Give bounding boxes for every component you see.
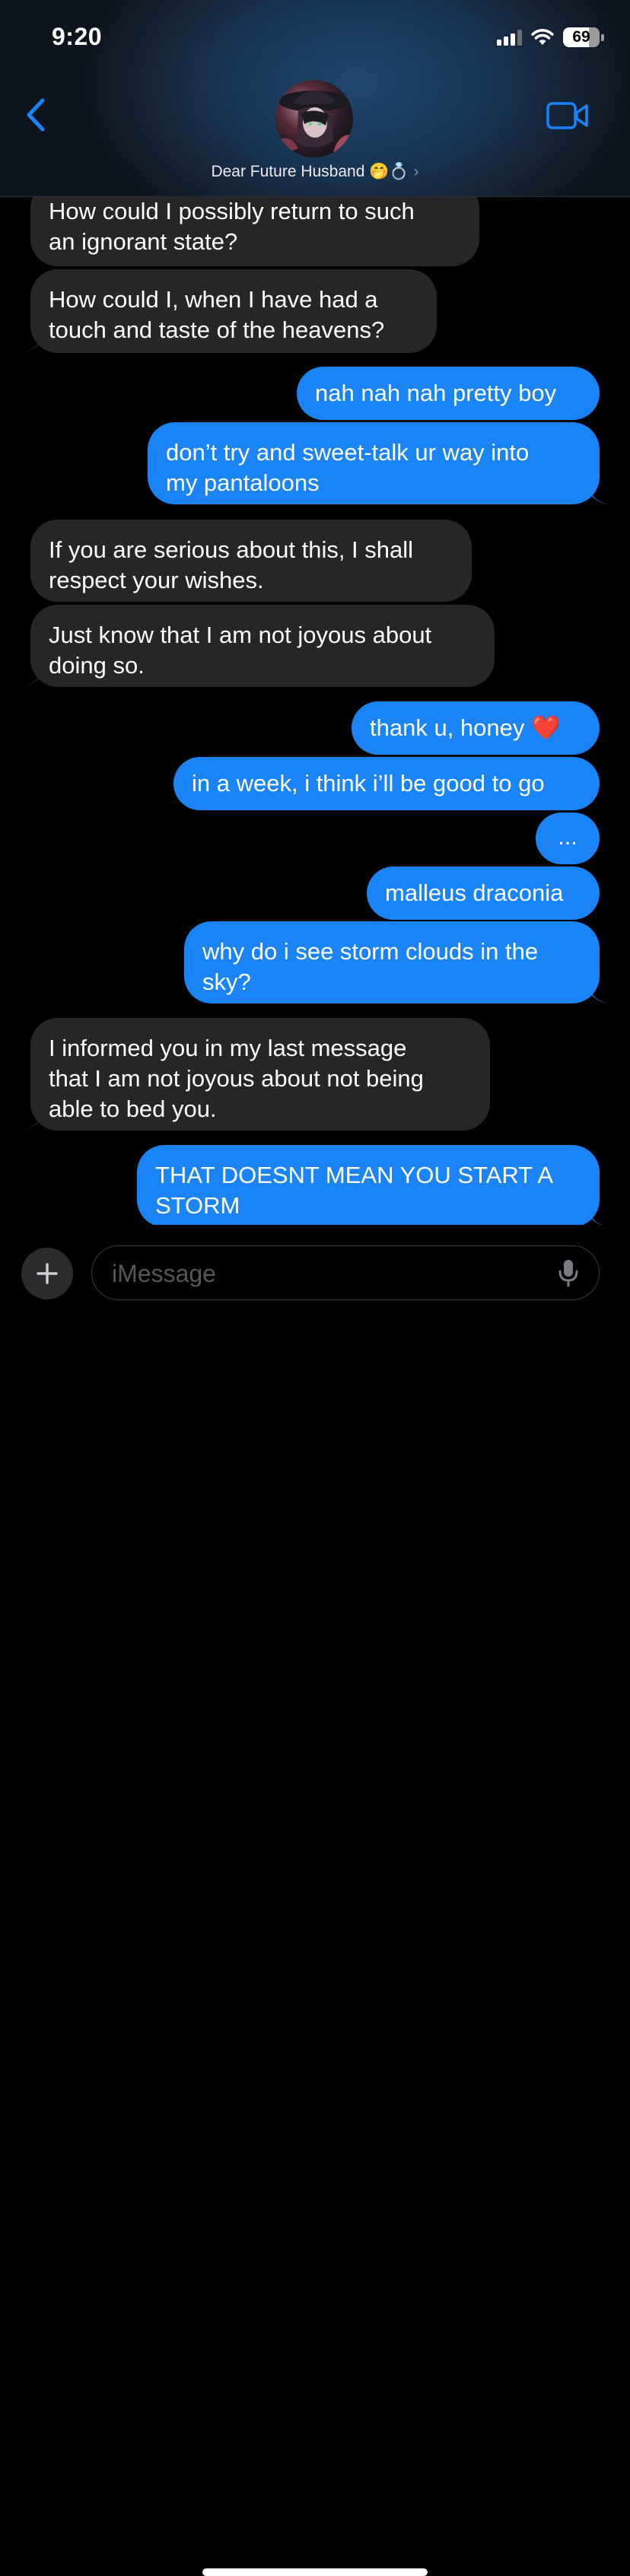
- contact-name: Dear Future Husband 🤭💍: [211, 163, 409, 180]
- message-thread[interactable]: How could I possibly return to such an i…: [0, 0, 630, 1363]
- message-text: in a week, i think i’ll be good to go: [192, 770, 545, 797]
- bubble-tail: [21, 1109, 43, 1131]
- battery-nub: [601, 33, 604, 41]
- message-text: don’t try and sweet-talk ur way into my …: [166, 439, 530, 496]
- bubble-tail: [21, 666, 43, 687]
- avatar-image: [275, 91, 353, 157]
- battery-indicator: 69: [563, 27, 600, 47]
- message-text: I informed you in my last message that I…: [49, 1035, 424, 1122]
- message-bubble-incoming[interactable]: I informed you in my last message that I…: [30, 1018, 490, 1131]
- bubble-tail: [21, 332, 43, 353]
- message-bubble-outgoing[interactable]: nah nah nah pretty boy: [297, 367, 600, 420]
- bubble-tail: [587, 1206, 609, 1227]
- message-bubble-outgoing[interactable]: in a week, i think i’ll be good to go: [173, 757, 600, 810]
- message-bubble-incoming[interactable]: How could I, when I have had a touch and…: [30, 269, 437, 353]
- message-composer: iMessage: [0, 1225, 630, 2576]
- input-placeholder: iMessage: [112, 1260, 216, 1287]
- wifi-icon: [531, 29, 554, 45]
- message-text: Just know that I am not joyous about doi…: [49, 622, 432, 679]
- home-indicator[interactable]: [202, 2568, 428, 2576]
- chevron-right-icon: ›: [413, 163, 419, 180]
- message-bubble-outgoing[interactable]: thank u, honey ❤️: [352, 701, 600, 755]
- message-text: nah nah nah pretty boy: [315, 380, 557, 406]
- plus-icon[interactable]: [21, 1248, 73, 1299]
- bubble-tail: [587, 982, 609, 1003]
- status-time: 9:20: [52, 23, 103, 50]
- conversation-header: 9:20 69 Dear Future Husband 🤭💍 ›: [0, 0, 630, 197]
- message-text: malleus draconia: [385, 879, 564, 906]
- video-camera-icon[interactable]: [546, 100, 589, 131]
- message-bubble-outgoing[interactable]: malleus draconia: [367, 867, 600, 920]
- message-text: How could I possibly return to such an i…: [49, 198, 415, 255]
- avatar[interactable]: [275, 80, 353, 157]
- message-bubble-outgoing[interactable]: THAT DOESNT MEAN YOU START A STORM: [137, 1145, 600, 1227]
- message-text: THAT DOESNT MEAN YOU START A STORM: [155, 1162, 554, 1219]
- message-bubble-incoming[interactable]: Just know that I am not joyous about doi…: [30, 605, 495, 687]
- message-text: How could I, when I have had a touch and…: [49, 286, 385, 343]
- cellular-signal-icon: [497, 29, 522, 46]
- message-bubble-outgoing[interactable]: ...: [536, 813, 600, 864]
- message-bubble-incoming[interactable]: If you are serious about this, I shall r…: [30, 520, 472, 602]
- message-text: ...: [558, 823, 578, 850]
- status-icons: 69: [497, 26, 604, 49]
- contact-name-button[interactable]: Dear Future Husband 🤭💍 ›: [0, 163, 630, 181]
- bubble-tail: [587, 483, 609, 504]
- chevron-left-icon[interactable]: [21, 96, 52, 134]
- message-text: If you are serious about this, I shall r…: [49, 536, 414, 593]
- message-text: thank u, honey ❤️: [370, 714, 561, 741]
- battery-level: 69: [572, 28, 590, 46]
- message-bubble-outgoing[interactable]: why do i see storm clouds in the sky?: [184, 921, 600, 1003]
- imessage-input[interactable]: iMessage: [91, 1245, 600, 1300]
- message-bubble-outgoing[interactable]: don’t try and sweet-talk ur way into my …: [148, 422, 600, 504]
- microphone-icon[interactable]: [558, 1258, 579, 1287]
- message-text: why do i see storm clouds in the sky?: [202, 938, 539, 995]
